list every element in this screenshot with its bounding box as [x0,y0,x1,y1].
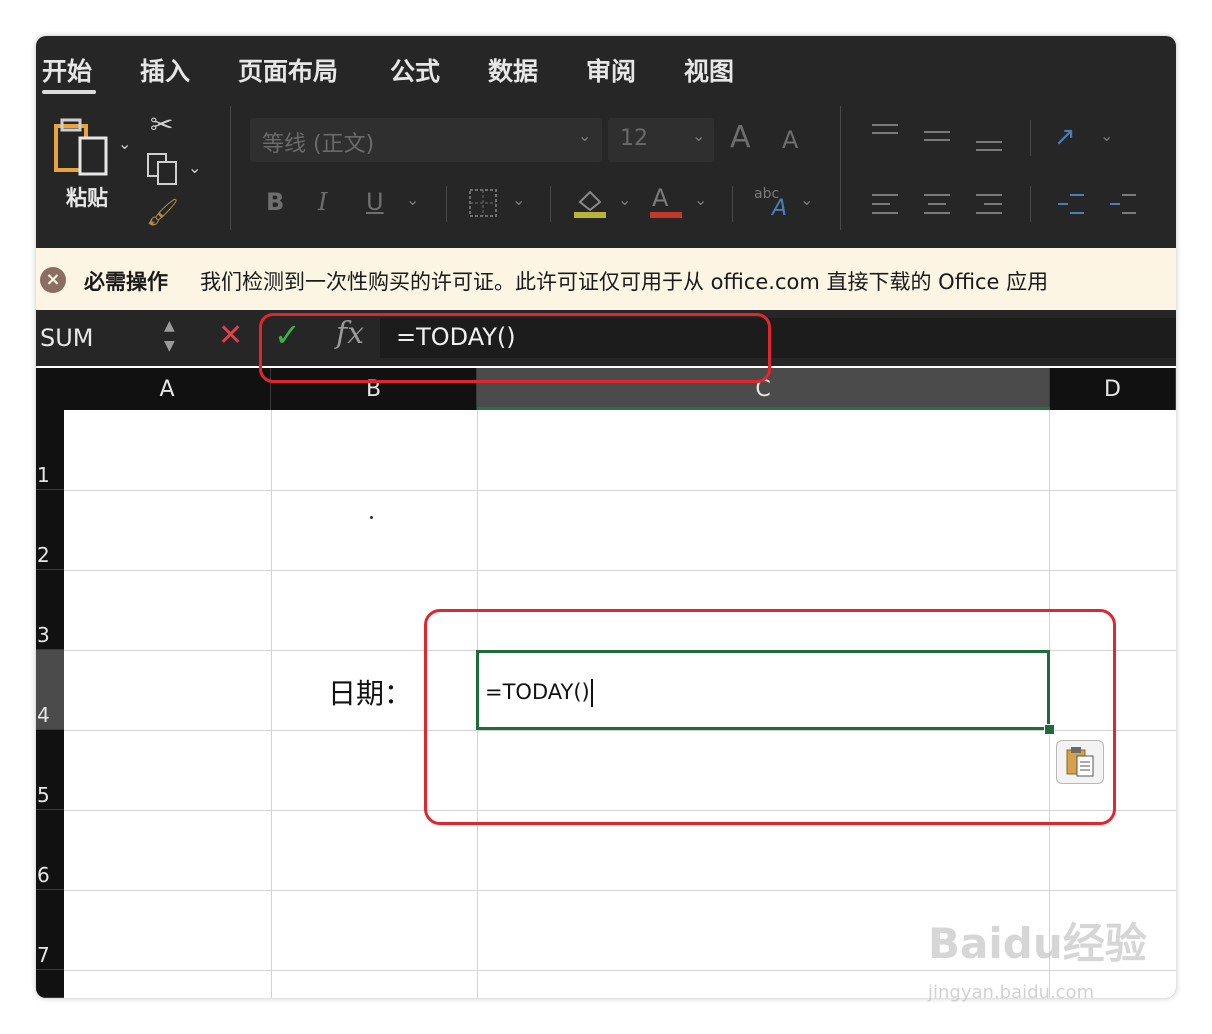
paste-dropdown-chevron-icon[interactable]: ⌄ [118,134,131,153]
font-size-value: 12 [620,126,648,151]
tab-view[interactable]: 视图 [684,52,734,88]
row-header-2[interactable]: 2 [36,490,64,570]
increase-indent-icon[interactable] [1108,192,1138,218]
paint-bucket-icon [574,190,606,218]
error-close-icon[interactable]: × [40,267,66,293]
font-name-value: 等线 (正文) [262,132,375,157]
name-box[interactable]: SUM [40,324,94,352]
align-right-icon[interactable] [974,192,1004,218]
baidu-watermark-logo: Baidu经验 [928,919,1147,968]
cut-icon[interactable]: ✂ [150,108,173,141]
copy-icon [147,153,177,185]
row-header-4[interactable]: 4 [36,650,64,730]
ribbon-home: ⌄ 粘贴 ✂ ⌄ 🖌 等线 (正文) ⌄ 12 ⌄ A A B I U ⌄ ⌄ … [36,96,1176,248]
decrease-indent-icon[interactable] [1056,192,1086,218]
align-center-icon[interactable] [922,192,952,218]
grid-line [64,490,1176,491]
align-left-icon[interactable] [870,192,900,218]
copy-dropdown-chevron-icon[interactable]: ⌄ [188,158,201,177]
column-header-d[interactable]: D [1050,368,1176,410]
align-bottom-icon[interactable] [974,132,1004,156]
tab-home[interactable]: 开始 [42,52,92,88]
notice-message: 我们检测到一次性购买的许可证。此许可证仅可用于从 office.com 直接下载… [200,270,1049,294]
chevron-down-icon: ⌄ [578,126,592,145]
fill-color-dropdown-chevron-icon[interactable]: ⌄ [618,190,631,209]
cancel-formula-icon[interactable]: ✕ [218,318,243,353]
ribbon-separator [1030,186,1031,222]
decrease-font-size-button[interactable]: A [782,126,798,154]
underline-button[interactable]: U [366,188,384,216]
name-box-stepper-icon[interactable]: ▲ ▼ [164,316,175,356]
underline-dropdown-chevron-icon[interactable]: ⌄ [406,190,419,209]
ribbon-separator [732,186,733,222]
tab-data[interactable]: 数据 [488,52,538,88]
tab-page-layout[interactable]: 页面布局 [238,52,338,88]
notice-title: 必需操作 [84,270,168,294]
ribbon-separator [230,106,231,230]
paste-label: 粘贴 [66,186,108,210]
cell-b2-dot [370,516,373,519]
font-size-select[interactable]: 12 ⌄ [608,118,714,162]
ribbon-separator [550,186,551,222]
align-middle-icon[interactable] [922,126,952,150]
italic-button[interactable]: I [318,188,327,216]
row-header-1[interactable]: 1 [36,410,64,490]
active-tab-indicator [42,90,96,94]
row-header-6[interactable]: 6 [36,810,64,890]
row-header-3[interactable]: 3 [36,570,64,650]
align-top-icon[interactable] [870,122,900,146]
font-color-icon [650,212,682,218]
borders-icon [469,189,497,217]
excel-window: 开始 插入 页面布局 公式 数据 审阅 视图 ⌄ 粘贴 ✂ ⌄ 🖌 等线 (正文… [36,36,1176,998]
grid-line [64,570,1176,571]
orientation-dropdown-chevron-icon[interactable]: ⌄ [1100,126,1113,145]
font-name-select[interactable]: 等线 (正文) ⌄ [250,118,602,162]
row-header-7[interactable]: 7 [36,890,64,970]
select-all-corner[interactable] [36,368,64,410]
fill-color-button[interactable] [572,184,608,224]
grid-line [64,890,1176,891]
phonetic-guide-icon[interactable]: A [772,196,787,221]
tab-review[interactable]: 审阅 [586,52,636,88]
fill-color-swatch [574,212,606,218]
row-header-8[interactable] [36,970,64,998]
baidu-watermark-url: jingyan.baidu.com [928,982,1095,1003]
cell-b4-date-label[interactable]: 日期： [328,672,412,712]
tab-insert[interactable]: 插入 [140,52,190,88]
ribbon-separator [446,186,447,222]
grid-line [271,410,272,998]
tab-formulas[interactable]: 公式 [390,52,440,88]
increase-font-size-button[interactable]: A [730,120,751,155]
chevron-down-icon: ⌄ [692,126,706,145]
borders-dropdown-chevron-icon[interactable]: ⌄ [512,190,525,209]
paste-button[interactable] [52,116,112,182]
ribbon-separator [840,106,841,230]
borders-button[interactable] [468,188,500,224]
bold-button[interactable]: B [266,188,284,216]
highlight-box-cell [424,609,1116,825]
row-header-5[interactable]: 5 [36,730,64,810]
font-color-dropdown-chevron-icon[interactable]: ⌄ [694,190,707,209]
ribbon-separator [1030,120,1031,156]
format-painter-icon[interactable]: 🖌 [146,198,179,228]
highlight-box-formula-bar [259,313,771,383]
orientation-icon[interactable]: ↗ [1054,122,1076,152]
license-notification-bar: × 必需操作 我们检测到一次性购买的许可证。此许可证仅可用于从 office.c… [36,248,1176,310]
clipboard-icon [54,118,108,176]
column-header-a[interactable]: A [64,368,271,410]
copy-button[interactable] [146,152,182,192]
ribbon-tabs: 开始 插入 页面布局 公式 数据 审阅 视图 [36,36,1176,96]
phonetic-dropdown-chevron-icon[interactable]: ⌄ [800,190,813,209]
